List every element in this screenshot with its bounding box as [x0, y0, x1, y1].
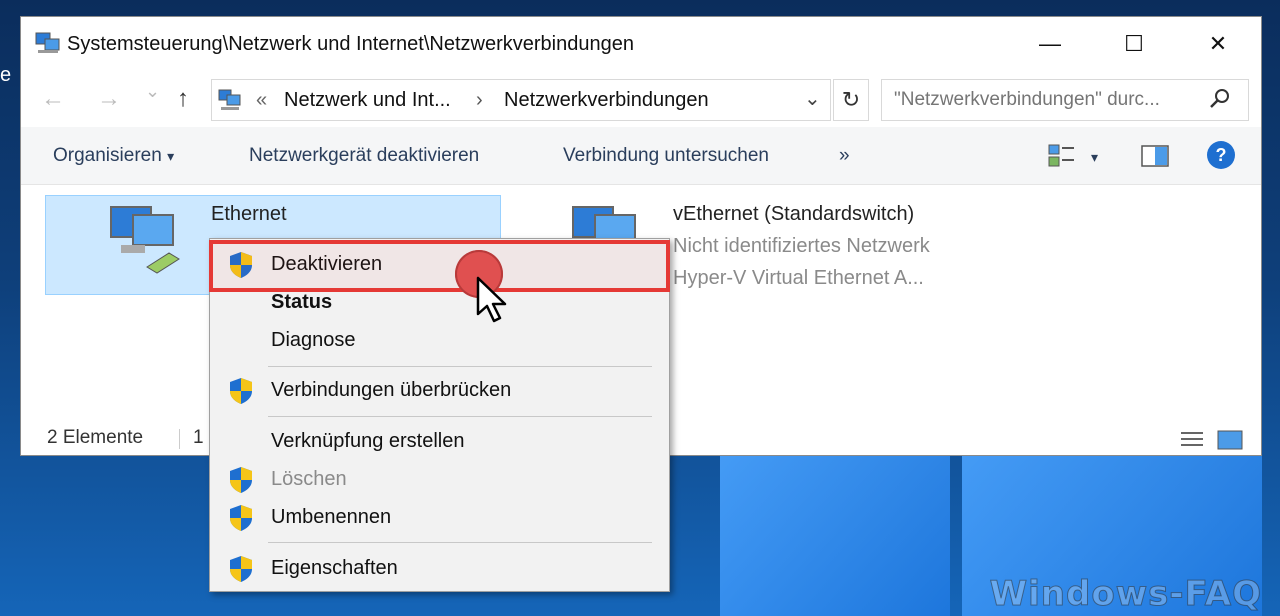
network-connections-icon	[218, 89, 241, 110]
organize-button[interactable]: Organisieren ▾	[53, 145, 174, 167]
watermark: Windows-FAQ	[989, 574, 1262, 615]
view-options-dropdown[interactable]: ▾	[1091, 149, 1098, 166]
desktop-logo-pane	[720, 456, 950, 616]
item-device-vethernet: Hyper-V Virtual Ethernet A...	[673, 267, 924, 289]
menu-item-bridge-connections[interactable]: Verbindungen überbrücken	[210, 373, 669, 409]
search-input[interactable]	[881, 79, 1249, 121]
menu-item-label: Löschen	[271, 468, 347, 490]
uac-shield-icon	[230, 556, 252, 582]
network-connections-icon	[35, 32, 60, 53]
menu-separator	[268, 366, 652, 367]
item-status-vethernet: Nicht identifiziertes Netzwerk	[673, 235, 930, 257]
uac-shield-icon	[230, 378, 252, 404]
change-view-icon[interactable]	[1047, 143, 1077, 169]
close-button[interactable]: ✕	[1195, 27, 1241, 61]
chevron-down-icon: ▾	[167, 148, 175, 164]
menu-item-properties[interactable]: Eigenschaften	[210, 551, 669, 587]
menu-item-label: Verbindungen überbrücken	[271, 379, 512, 401]
address-row: ← → ⌄ ↑ « Netzwerk und Int... › Netzwerk…	[21, 73, 1261, 127]
menu-item-delete: Löschen	[210, 462, 669, 498]
menu-item-label: Eigenschaften	[271, 557, 398, 579]
mouse-cursor-icon	[476, 276, 507, 323]
breadcrumb-network-connections[interactable]: Netzwerkverbindungen	[504, 89, 709, 112]
search-icon	[1210, 89, 1229, 108]
menu-separator	[268, 542, 652, 543]
status-divider	[179, 429, 180, 449]
more-commands-button[interactable]: »	[839, 145, 850, 167]
preview-pane-icon[interactable]	[1141, 145, 1169, 167]
item-count: 2 Elemente	[47, 427, 144, 448]
desktop-edge-text: e	[0, 64, 12, 86]
help-button[interactable]: ?	[1207, 141, 1235, 169]
highlight-box	[209, 240, 670, 292]
disable-device-button[interactable]: Netzwerkgerät deaktivieren	[249, 145, 479, 167]
organize-label: Organisieren	[53, 145, 162, 166]
menu-item-label: Diagnose	[271, 329, 356, 351]
minimize-button[interactable]: —	[1027, 27, 1073, 61]
item-name-ethernet: Ethernet	[211, 203, 287, 225]
menu-item-rename[interactable]: Umbenennen	[210, 500, 669, 536]
menu-item-create-shortcut[interactable]: Verknüpfung erstellen	[210, 424, 669, 460]
breadcrumb-network-internet[interactable]: Netzwerk und Int...	[284, 89, 451, 112]
forward-button[interactable]: →	[97, 85, 121, 113]
menu-item-label: Verknüpfung erstellen	[271, 430, 465, 452]
search-icon[interactable]	[1209, 88, 1231, 115]
details-view-icon[interactable]	[1179, 429, 1205, 451]
menu-item-label: Status	[271, 291, 333, 313]
uac-shield-icon	[230, 467, 252, 493]
breadcrumb-overflow[interactable]: «	[256, 89, 267, 112]
item-name-vethernet[interactable]: vEthernet (Standardswitch)	[673, 203, 914, 226]
menu-separator	[268, 416, 652, 417]
back-button[interactable]: ←	[41, 85, 65, 113]
selected-count: 1	[193, 427, 204, 448]
menu-item-label: Umbenennen	[271, 506, 392, 528]
command-bar: Organisieren ▾ Netzwerkgerät deaktiviere…	[21, 127, 1261, 185]
menu-item-diagnose[interactable]: Diagnose	[210, 323, 669, 359]
title-bar[interactable]: Systemsteuerung\Netzwerk und Internet\Ne…	[21, 17, 1261, 73]
address-dropdown-icon[interactable]: ⌄	[804, 86, 821, 111]
uac-shield-icon	[230, 505, 252, 531]
large-icons-view-icon[interactable]	[1217, 429, 1243, 451]
address-field[interactable]: « Netzwerk und Int... › Netzwerkverbindu…	[211, 79, 831, 121]
refresh-button[interactable]: ↻	[833, 79, 869, 121]
recent-locations-button[interactable]: ⌄	[145, 81, 160, 102]
window-title: Systemsteuerung\Netzwerk und Internet\Ne…	[67, 33, 634, 55]
breadcrumb-separator-icon[interactable]: ›	[476, 89, 483, 112]
maximize-button[interactable]: ☐	[1111, 27, 1157, 61]
up-button[interactable]: ↑	[177, 85, 189, 113]
diagnose-connection-button[interactable]: Verbindung untersuchen	[563, 145, 769, 167]
ethernet-adapter-icon	[110, 206, 180, 274]
